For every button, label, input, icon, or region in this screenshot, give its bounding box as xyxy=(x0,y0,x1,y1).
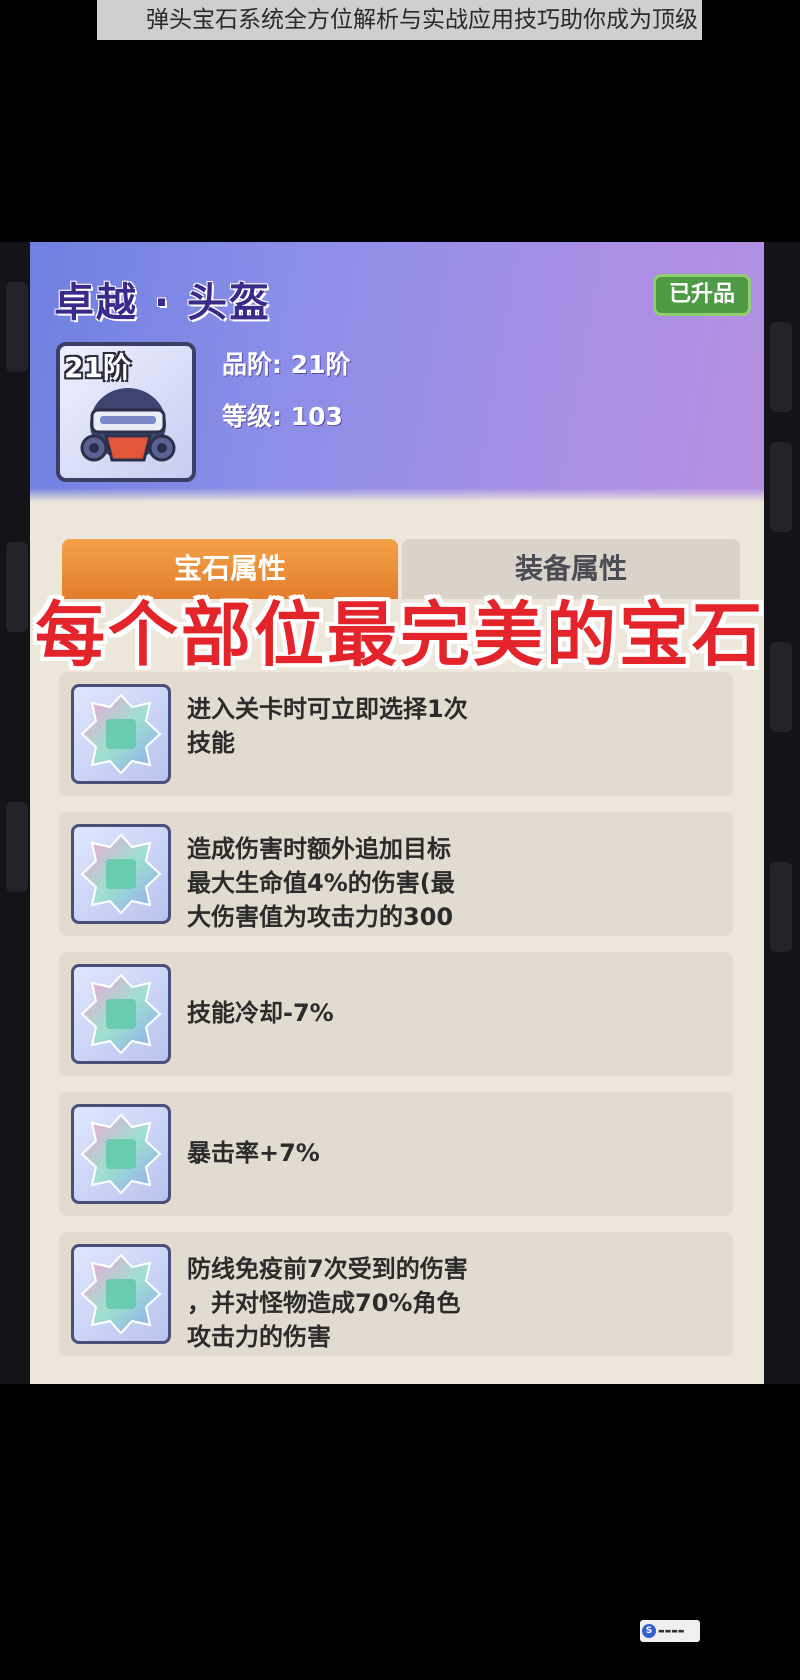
gem-row[interactable]: 暴击率+7% xyxy=(59,1092,733,1216)
gem-effect-text: 进入关卡时可立即选择1次 技能 xyxy=(187,695,468,757)
item-level-stat: 等级: 103 xyxy=(222,402,343,431)
watermark-logo-icon: S xyxy=(642,1624,656,1638)
gem-icon xyxy=(71,824,171,924)
overlay-caption: 每个部位最完美的宝石 xyxy=(35,594,765,676)
item-header: 卓越 · 头盔 已升品 21阶 品阶: 21阶 等级: 103 xyxy=(30,242,764,502)
helmet-icon xyxy=(80,388,176,462)
gem-effect-text: 造成伤害时额外追加目标 最大生命值4%的伤害(最 大伤害值为攻击力的300 xyxy=(187,835,455,931)
upgraded-status-badge: 已升品 xyxy=(653,274,751,316)
gem-icon xyxy=(71,1244,171,1344)
equipment-detail-panel: 卓越 · 头盔 已升品 21阶 品阶: 21阶 等级: 103 宝石属性 装备属… xyxy=(30,242,764,1384)
gem-effect-text: 暴击率+7% xyxy=(187,1139,320,1167)
background-left-edge xyxy=(0,242,30,1384)
page-title: 弹头宝石系统全方位解析与实战应用技巧助你成为顶级 xyxy=(97,0,702,40)
background-right-edge xyxy=(764,242,800,1384)
item-name: 卓越 · 头盔 xyxy=(54,280,272,326)
gem-row[interactable]: 技能冷却-7% xyxy=(59,952,733,1076)
gem-icon xyxy=(71,1104,171,1204)
gem-row[interactable]: 造成伤害时额外追加目标 最大生命值4%的伤害(最 大伤害值为攻击力的300 xyxy=(59,812,733,936)
item-grade-stat: 品阶: 21阶 xyxy=(222,350,351,379)
gem-icon xyxy=(71,684,171,784)
gem-effect-text: 技能冷却-7% xyxy=(187,999,334,1027)
gem-row[interactable]: 进入关卡时可立即选择1次 技能 xyxy=(59,672,733,796)
gem-effect-text: 防线免疫前7次受到的伤害 ，并对怪物造成70%角色 攻击力的伤害 xyxy=(187,1255,468,1351)
watermark-logo: S ▬▬▬▬ xyxy=(640,1620,700,1642)
item-icon-frame[interactable]: 21阶 xyxy=(56,342,196,482)
gem-icon xyxy=(71,964,171,1064)
gem-row[interactable]: 防线免疫前7次受到的伤害 ，并对怪物造成70%角色 攻击力的伤害 xyxy=(59,1232,733,1356)
